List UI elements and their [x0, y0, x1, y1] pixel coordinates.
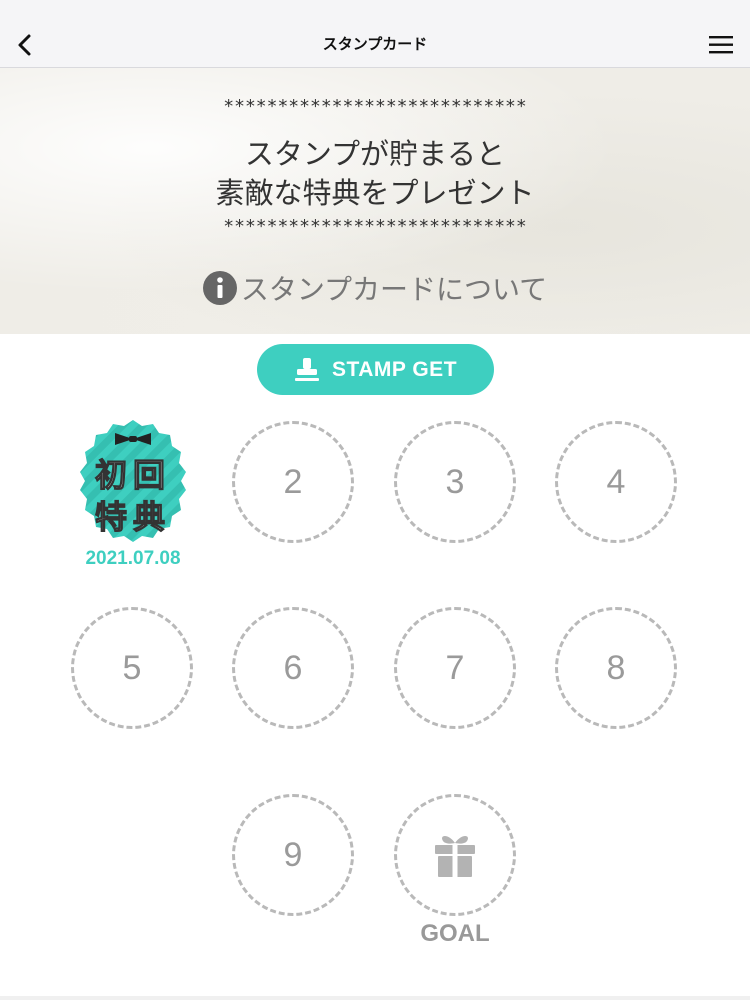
- hero-message-line2: 素敵な特典をプレゼント: [215, 176, 535, 210]
- back-button[interactable]: [10, 30, 40, 60]
- stamp-slot-2: 2: [232, 421, 354, 543]
- stamp-slot-6: 6: [232, 607, 354, 729]
- decorative-stars-bottom: ****************************: [223, 216, 527, 237]
- goal-label: GOAL: [420, 920, 490, 947]
- stamp-slot-7: 7: [394, 607, 516, 729]
- stamp-slot-3: 3: [394, 421, 516, 543]
- stamp-get-button[interactable]: STAMP GET: [257, 344, 494, 395]
- stamp-slot-5: 5: [71, 607, 193, 729]
- page-title: スタンプカード: [322, 35, 428, 53]
- first-time-bonus-stamp: 初回 特典: [68, 416, 198, 546]
- first-stamp-text-line1: 初回: [94, 455, 171, 494]
- about-stamp-card-label: スタンプカードについて: [240, 273, 548, 306]
- stamp-slot-8: 8: [555, 607, 677, 729]
- stamp-slot-4: 4: [555, 421, 677, 543]
- bow-tie-icon: [115, 433, 151, 445]
- about-stamp-card-link[interactable]: スタンプカードについて: [0, 266, 750, 310]
- first-stamp-text-line2: 特典: [94, 497, 171, 536]
- hero-message-line1: スタンプが貯まると: [244, 137, 506, 171]
- hero-banner: **************************** スタンプが貯まると 素…: [0, 68, 750, 334]
- hamburger-menu-icon: [709, 36, 733, 54]
- stamp-slot-9: 9: [232, 794, 354, 916]
- decorative-stars-top: ****************************: [223, 96, 527, 117]
- top-navigation-bar: スタンプカード: [0, 0, 750, 68]
- goal-stamp-slot: [394, 794, 516, 916]
- stamp-icon: [294, 357, 319, 381]
- stamp-get-label: STAMP GET: [331, 357, 458, 381]
- menu-button[interactable]: [706, 32, 736, 58]
- chevron-left-icon: [18, 34, 31, 56]
- bottom-divider: [0, 996, 750, 1000]
- info-icon: [202, 271, 237, 305]
- gift-icon: [435, 836, 475, 877]
- first-stamp-date: 2021.07.08: [85, 548, 181, 569]
